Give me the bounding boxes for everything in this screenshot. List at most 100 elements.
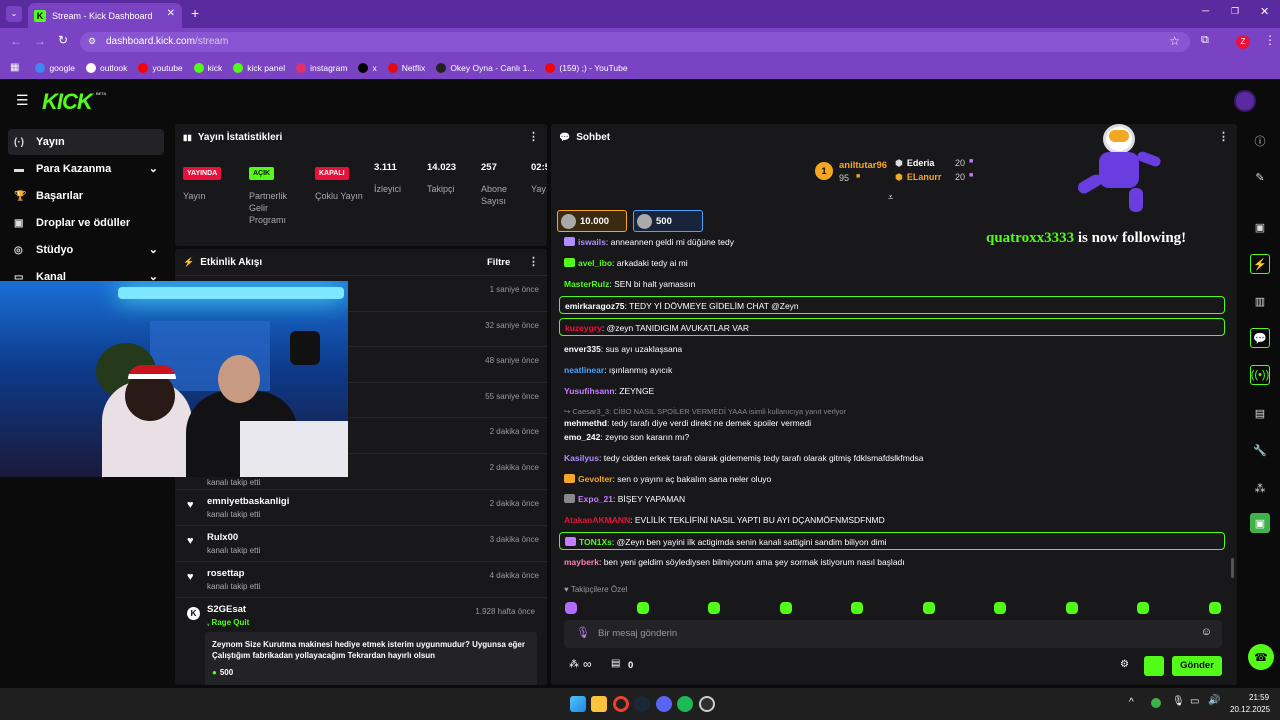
chat-widget-icon[interactable]: 💬 — [1250, 328, 1270, 348]
chat-username[interactable]: TON1Xs — [579, 537, 612, 547]
chat-username[interactable]: enver335 — [564, 344, 601, 354]
url-input[interactable]: ⚙ dashboard.kick.com/stream ☆ — [80, 32, 1190, 52]
emote-icon[interactable] — [565, 602, 577, 614]
chat-username[interactable]: kuzeygry — [565, 323, 602, 333]
sidebar-item[interactable]: (·) Yayın — [8, 129, 164, 155]
chevron-down-icon[interactable]: ⌄ — [149, 162, 158, 175]
reload-icon[interactable]: ↻ — [58, 33, 68, 47]
bookmark-star-icon[interactable]: ☆ — [1169, 34, 1180, 48]
emote-icon[interactable] — [1137, 602, 1149, 614]
chat-username[interactable]: MasterRulz — [564, 279, 609, 289]
activity-user[interactable]: rosettap — [207, 568, 244, 579]
bookmark-item[interactable]: instagram — [296, 62, 347, 73]
activity-user[interactable]: emniyetbaskanligi — [207, 496, 289, 507]
new-tab-button[interactable]: + — [191, 5, 199, 21]
pinned-tip[interactable]: 500 — [633, 210, 703, 232]
edit-icon[interactable]: ✎ — [1250, 167, 1270, 187]
tray-app-icon[interactable] — [1151, 698, 1161, 708]
emote-icon[interactable] — [922, 602, 935, 614]
obs-icon[interactable] — [699, 696, 715, 712]
clock-time[interactable]: 21:59 — [1249, 693, 1269, 702]
activity-user[interactable]: S2GEsat — [207, 604, 246, 615]
spotify-icon[interactable] — [677, 696, 693, 712]
maximize-button[interactable]: ❐ — [1231, 6, 1239, 17]
chrome-icon[interactable] — [613, 696, 629, 712]
sidebar-item[interactable]: ▬ Para Kazanma ⌄ — [8, 156, 164, 182]
bookmark-item[interactable]: outlook — [85, 62, 127, 73]
document-icon[interactable]: ▥ — [1250, 291, 1270, 311]
profile-avatar[interactable]: Z — [1236, 35, 1250, 49]
send-button[interactable]: Gönder — [1172, 656, 1222, 676]
emote-icon[interactable] — [636, 602, 649, 614]
menu-icon[interactable]: ☰ — [16, 92, 29, 109]
chat-username[interactable]: iswails — [578, 237, 606, 247]
chat-username[interactable]: mehmethd — [564, 418, 607, 428]
close-window-button[interactable]: ✕ — [1260, 5, 1269, 18]
share-icon[interactable]: ⁂ — [1250, 478, 1270, 498]
chat-username[interactable]: Kasilyus — [564, 453, 599, 463]
emoji-icon[interactable]: ☺ — [1201, 626, 1212, 638]
emote-icon[interactable] — [1208, 602, 1221, 614]
chat-username[interactable]: avel_ibo — [578, 258, 612, 268]
minimize-button[interactable]: ─ — [1202, 6, 1209, 17]
chat-scrollbar[interactable] — [1231, 558, 1234, 578]
volume-icon[interactable]: 🔊 — [1208, 695, 1220, 706]
chat-username[interactable]: neatlinear — [564, 365, 604, 375]
steam-icon[interactable] — [634, 696, 650, 712]
bookmark-item[interactable]: kick panel — [233, 62, 285, 73]
browser-menu-icon[interactable]: ⋮ — [1264, 33, 1276, 47]
network-icon[interactable]: ▭ — [1190, 696, 1199, 707]
kick-boost-icon[interactable] — [1144, 656, 1164, 676]
tab-search-button[interactable]: ⌄ — [6, 6, 22, 22]
back-icon[interactable]: ← — [10, 34, 22, 48]
explorer-icon[interactable] — [591, 696, 607, 712]
broadcast-widget-icon[interactable]: ((•)) — [1250, 365, 1270, 385]
discord-icon[interactable] — [656, 696, 672, 712]
mic-icon[interactable]: 🎙 — [576, 626, 590, 639]
apps-icon[interactable]: ▦ — [10, 62, 19, 73]
bookmark-item[interactable]: x — [358, 62, 377, 73]
chat-username[interactable]: mayberk — [564, 557, 599, 567]
sidebar-item[interactable]: 🏆 Başarılar — [8, 183, 164, 209]
chat-username[interactable]: AtakanAKMANN — [564, 515, 630, 525]
store-icon[interactable]: ▤ — [611, 658, 620, 669]
bookmark-item[interactable]: kick — [193, 62, 222, 73]
emote-icon[interactable] — [994, 602, 1006, 614]
emote-icon[interactable] — [779, 602, 792, 614]
extensions-icon[interactable]: ⧉ — [1201, 34, 1209, 47]
expand-pins-icon[interactable]: ⩡ — [888, 192, 893, 203]
bookmark-item[interactable]: (159) ;) - YouTube — [545, 62, 628, 73]
chat-username[interactable]: Gevolter — [578, 474, 613, 484]
start-icon[interactable] — [570, 696, 586, 712]
site-info-icon[interactable]: ⚙ — [88, 36, 96, 47]
chat-username[interactable]: emirkaragoz75 — [565, 301, 625, 311]
sidebar-item[interactable]: ◎ Stüdyo ⌄ — [8, 237, 164, 263]
chat-username[interactable]: Yusufihsann — [564, 386, 615, 396]
browser-tab[interactable]: K Stream - Kick Dashboard ✕ — [28, 3, 182, 28]
pinned-tip[interactable]: 10.000 — [557, 210, 627, 232]
chat-username[interactable]: emo_242 — [564, 432, 600, 442]
sidebar-item[interactable]: ▣ Droplar ve ödüller — [8, 210, 164, 236]
wrench-icon[interactable]: 🔧 — [1250, 440, 1270, 460]
bookmark-item[interactable]: google — [35, 62, 75, 73]
emote-icon[interactable] — [851, 602, 863, 614]
bolt-widget-icon[interactable]: ⚡ — [1250, 254, 1270, 274]
kick-logo[interactable]: KICK — [42, 89, 93, 115]
support-icon[interactable]: ☎ — [1248, 644, 1274, 670]
emote-icon[interactable] — [1065, 602, 1078, 614]
app-widget-icon[interactable]: ▣ — [1250, 513, 1270, 533]
info-icon[interactable]: ⓘ — [1250, 131, 1270, 151]
stack-icon[interactable]: ▤ — [1250, 403, 1270, 423]
clock-date[interactable]: 20.12.2025 — [1230, 705, 1270, 714]
activity-more-icon[interactable]: ⋮ — [528, 255, 539, 268]
filter-button[interactable]: Filtre — [487, 257, 510, 268]
tray-mic-icon[interactable]: 🎙 — [1172, 696, 1185, 707]
chat-settings-icon[interactable]: ⚙ — [1120, 659, 1129, 670]
emote-icon[interactable] — [708, 602, 720, 614]
channel-points-icon[interactable]: ⁂ — [569, 659, 579, 670]
bookmark-item[interactable]: Netflix — [387, 62, 425, 73]
user-avatar[interactable] — [1234, 90, 1256, 112]
tab-close-icon[interactable]: ✕ — [167, 8, 175, 19]
tray-chevron-icon[interactable]: ^ — [1129, 697, 1134, 708]
activity-user[interactable]: Rulx00 — [207, 532, 238, 543]
